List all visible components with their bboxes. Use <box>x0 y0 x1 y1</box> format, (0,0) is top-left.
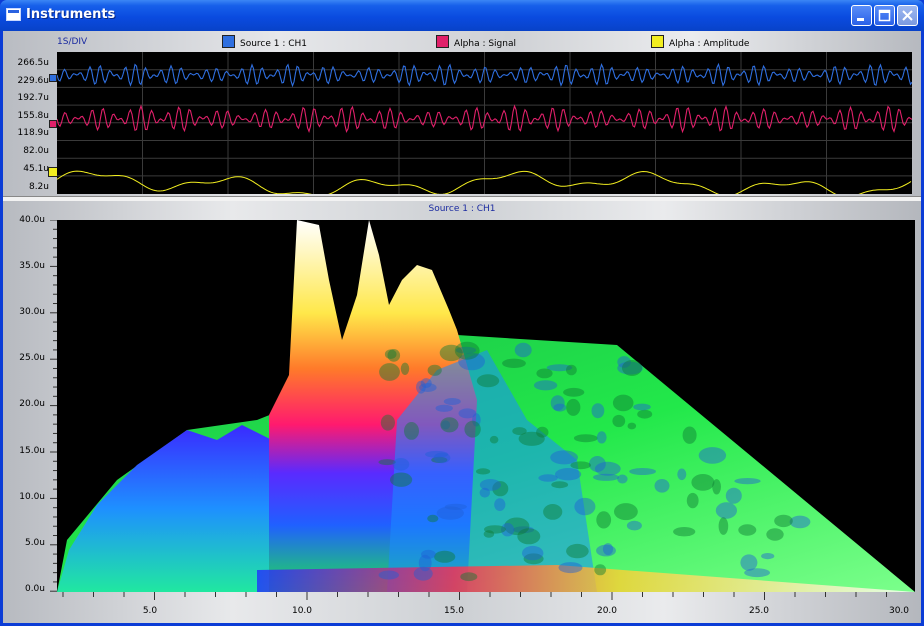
y-tick: 266.5u <box>17 58 49 68</box>
legend-item-signal[interactable]: Alpha : Signal <box>436 35 516 49</box>
legend: Source 1 : CH1 Alpha : Signal Alpha : Am… <box>3 35 921 49</box>
legend-item-ch1[interactable]: Source 1 : CH1 <box>222 35 307 49</box>
legend-swatch <box>436 35 449 48</box>
x-tick-marks <box>62 592 887 600</box>
maximize-icon <box>878 9 891 22</box>
scope-traces[interactable] <box>57 52 912 194</box>
surface-left-hills <box>57 425 272 592</box>
legend-swatch <box>651 35 664 48</box>
x-tick: 10.0 <box>291 606 313 616</box>
client-area: 1S/DIV Source 1 : CH1 Alpha : Signal Alp… <box>3 31 921 623</box>
y-tick: 10.0u <box>19 492 45 502</box>
window-icon <box>6 8 21 21</box>
y-tick: 0.0u <box>24 584 45 594</box>
minimize-button[interactable] <box>851 5 872 26</box>
waterfall-title: Source 1 : CH1 <box>428 204 496 214</box>
y-tick: 45.1u <box>23 164 49 174</box>
legend-label: Alpha : Signal <box>454 39 516 49</box>
y-tick: 82.0u <box>23 146 49 156</box>
x-tick: 5.0 <box>142 606 158 616</box>
y-tick: 192.7u <box>17 93 49 103</box>
legend-label: Source 1 : CH1 <box>240 39 308 49</box>
scope-panel: 1S/DIV Source 1 : CH1 Alpha : Signal Alp… <box>3 31 921 196</box>
legend-label: Alpha : Amplitude <box>669 39 750 49</box>
x-tick: 20.0 <box>596 606 618 616</box>
ch1-level-marker[interactable] <box>49 74 57 82</box>
y-tick-marks <box>50 220 57 592</box>
waterfall-3d-surface[interactable] <box>57 220 915 592</box>
waterfall-panel: Source 1 : CH1 40.0u 35.0u 30.0u 25.0u 2… <box>3 201 921 623</box>
y-tick: 35.0u <box>19 261 45 271</box>
y-tick: 155.8u <box>17 111 49 121</box>
x-tick: 30.0 <box>888 606 910 616</box>
y-tick: 30.0u <box>19 307 45 317</box>
window-title: Instruments <box>26 7 116 22</box>
y-tick: 25.0u <box>19 353 45 363</box>
y-tick: 15.0u <box>19 446 45 456</box>
close-button[interactable] <box>897 5 918 26</box>
y-tick: 20.0u <box>19 399 45 409</box>
maximize-button[interactable] <box>874 5 895 26</box>
title-bar[interactable]: Instruments <box>0 0 924 31</box>
x-tick: 25.0 <box>748 606 770 616</box>
y-tick: 5.0u <box>24 538 45 548</box>
y-tick: 229.6u <box>17 76 49 86</box>
y-tick: 118.9u <box>17 128 49 138</box>
legend-swatch <box>222 35 235 48</box>
signal-level-marker[interactable] <box>49 120 57 128</box>
instruments-window: Instruments 1S/DIV Source 1 : CH1 Alpha … <box>0 0 924 626</box>
y-tick: 8.2u <box>28 182 49 192</box>
legend-item-amplitude[interactable]: Alpha : Amplitude <box>651 35 749 49</box>
close-icon <box>902 10 913 21</box>
x-tick: 15.0 <box>443 606 465 616</box>
y-tick: 40.0u <box>19 215 45 225</box>
minimize-icon <box>857 18 864 21</box>
